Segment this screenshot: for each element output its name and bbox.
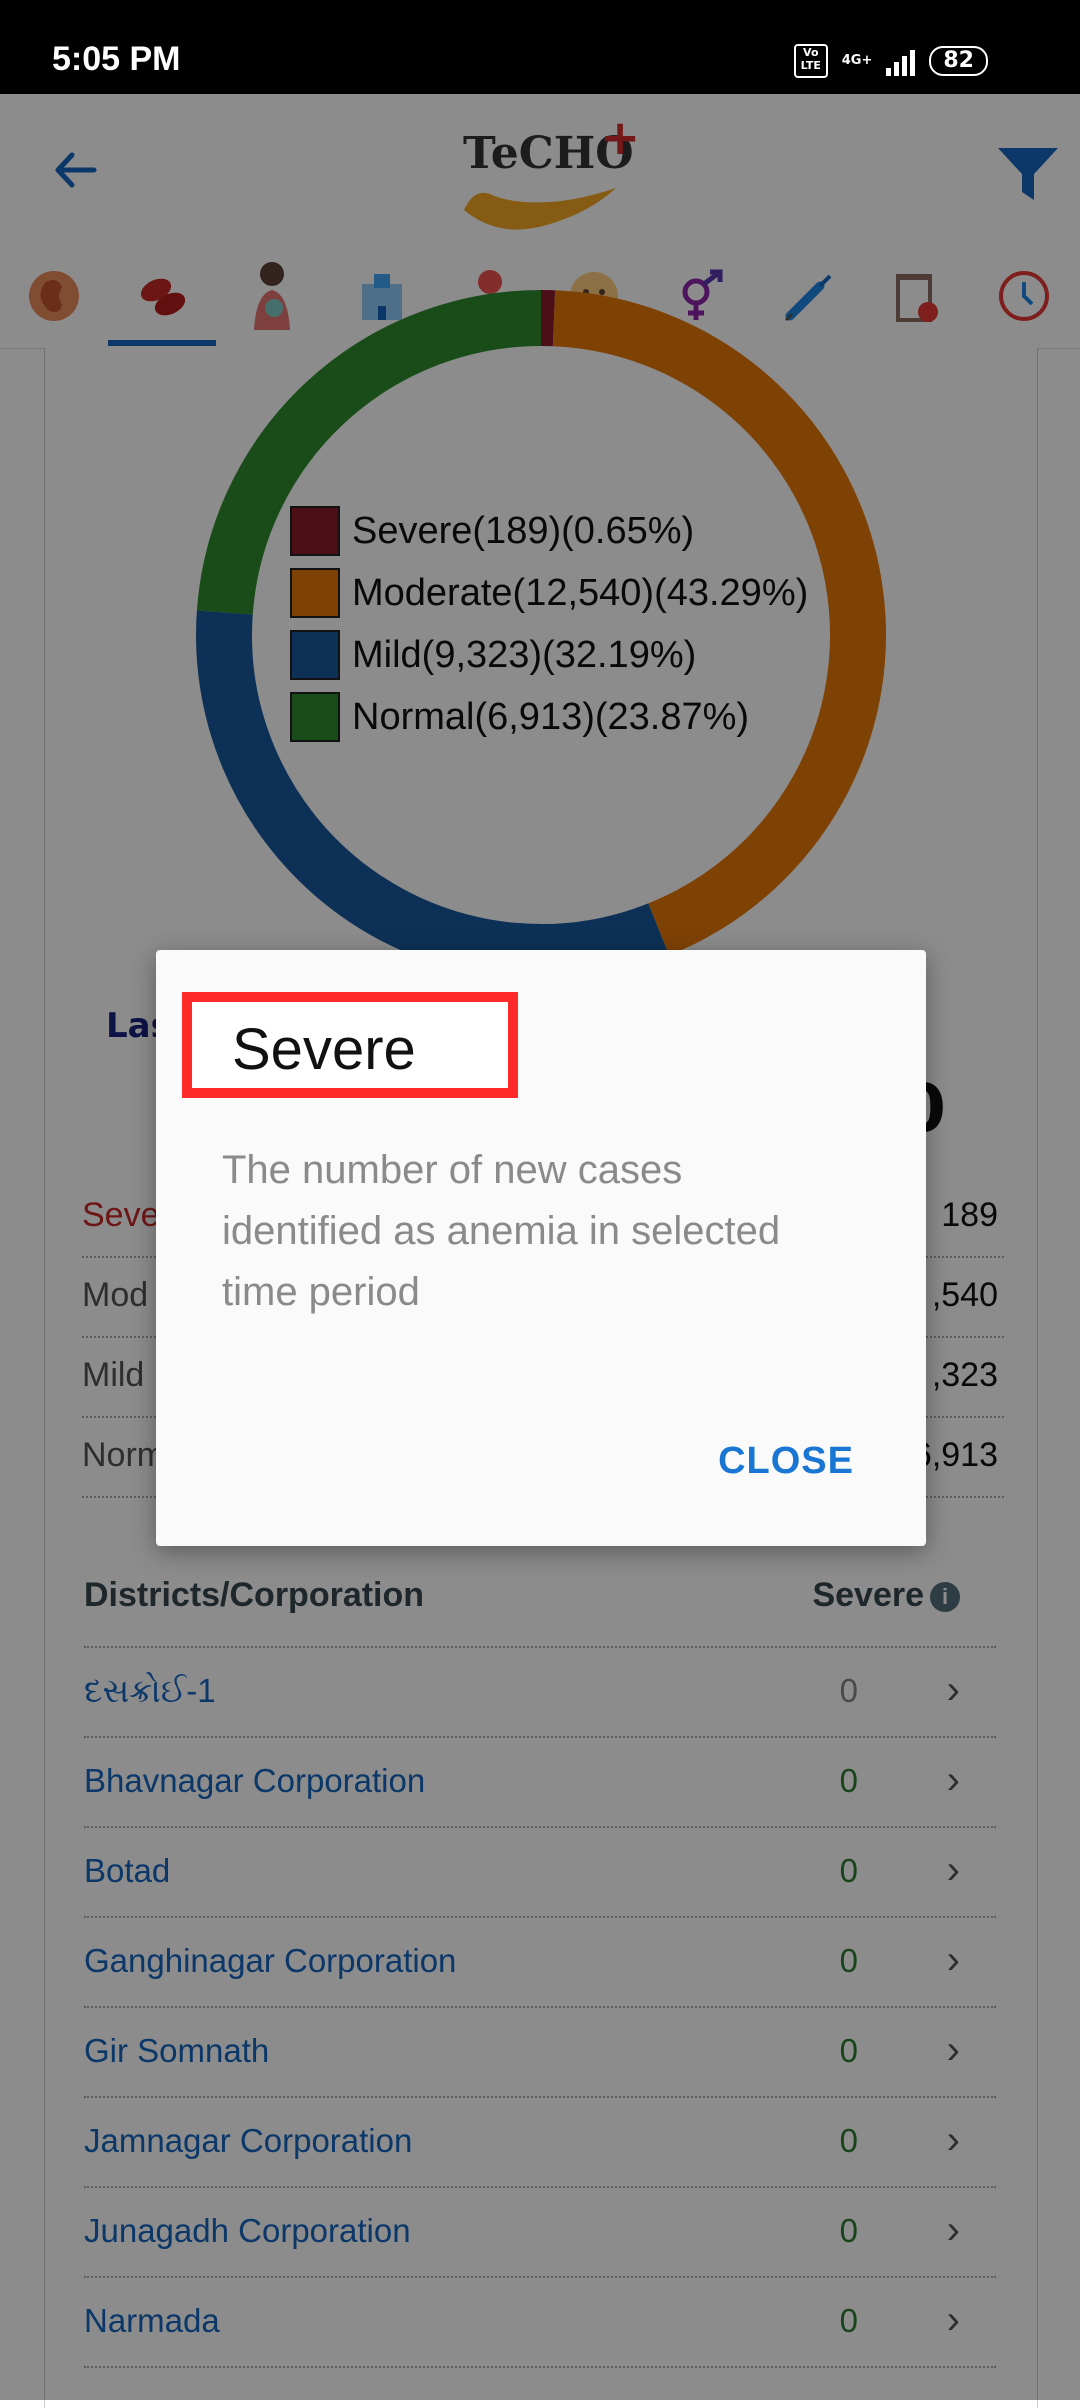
signal-icon <box>886 46 915 76</box>
status-time: 5:05 PM <box>52 40 181 79</box>
status-bar: 5:05 PM Vo LTE 4G+ 82 <box>0 0 1080 94</box>
close-button[interactable]: CLOSE <box>718 1440 854 1483</box>
volte-icon: Vo LTE <box>794 44 828 78</box>
dialog-title: Severe <box>232 1016 416 1083</box>
info-dialog: Severe The number of new cases identifie… <box>156 950 926 1546</box>
dialog-title-highlight: Severe <box>182 992 518 1098</box>
dialog-message: The number of new cases identified as an… <box>222 1140 782 1323</box>
battery-icon: 82 <box>929 46 988 76</box>
network-type: 4G+ <box>842 54 873 68</box>
status-icons: Vo LTE 4G+ 82 <box>794 44 988 78</box>
